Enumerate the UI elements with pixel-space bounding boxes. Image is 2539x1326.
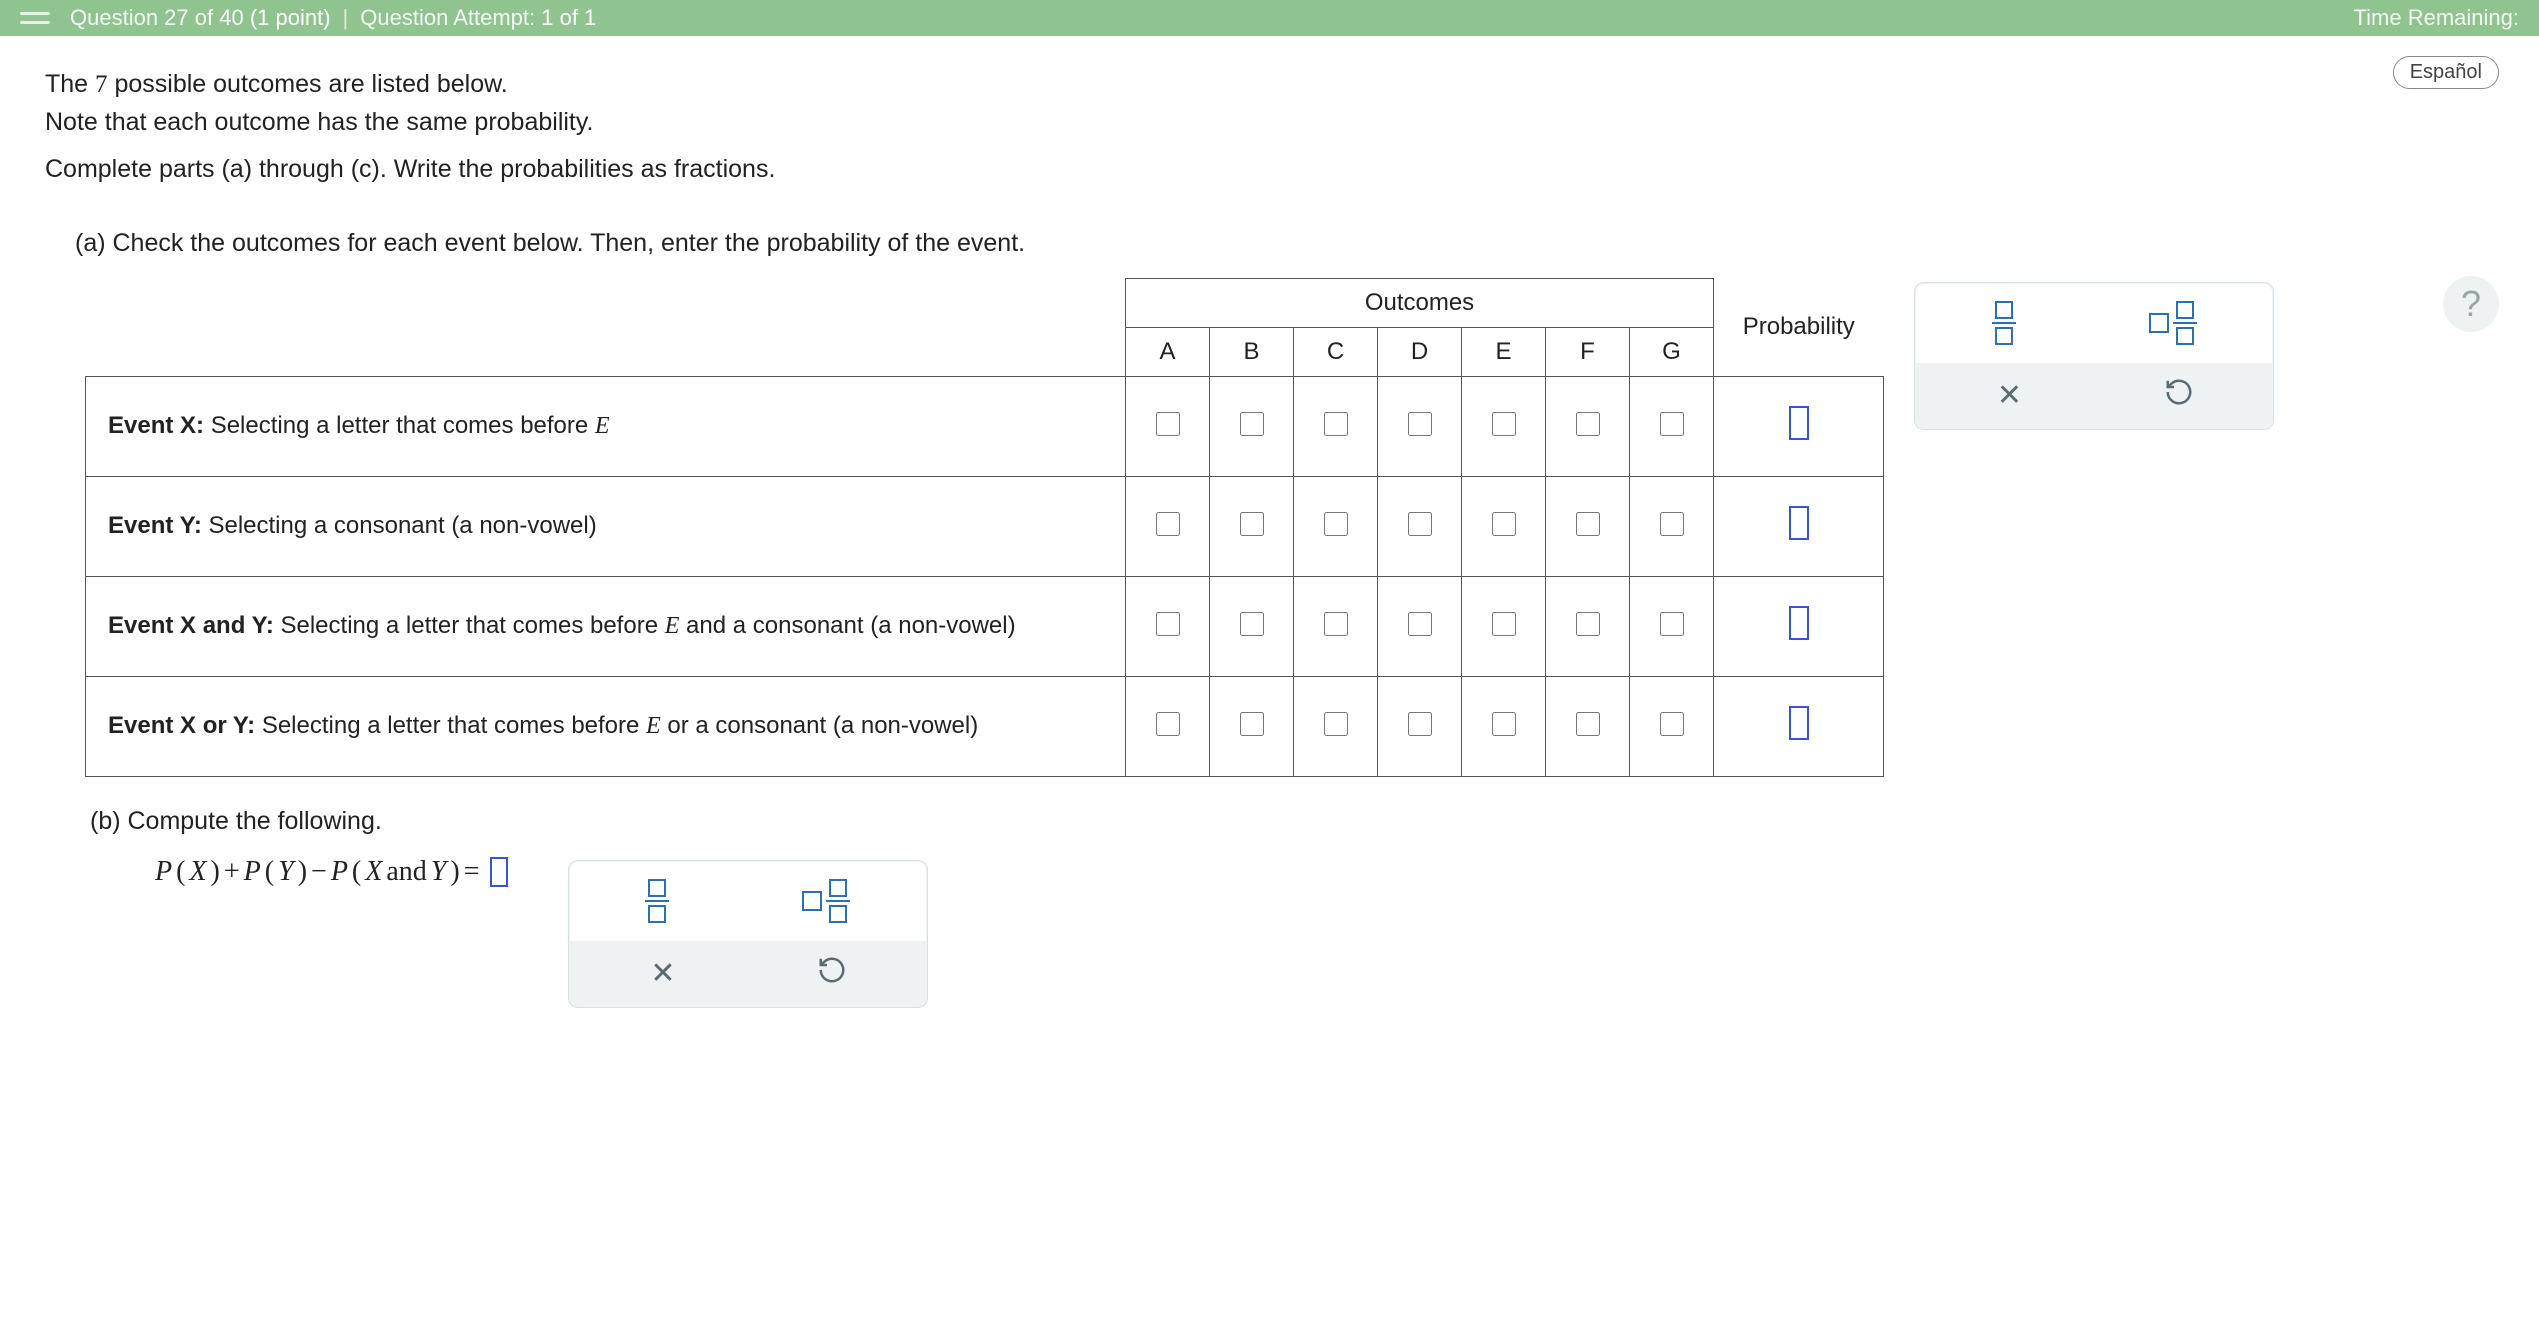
event-xory-label: Event X or Y: Selecting a letter that co…	[86, 676, 1126, 776]
col-e: E	[1462, 327, 1546, 376]
clear-button[interactable]: ✕	[1980, 378, 2040, 413]
clear-button-b[interactable]: ✕	[633, 956, 693, 991]
event-x-label: Event X: Selecting a letter that comes b…	[86, 376, 1126, 476]
attempt-value: 1 of 1	[541, 5, 596, 31]
check-xory-c[interactable]	[1324, 712, 1348, 736]
instructions: The 7 possible outcomes are listed below…	[45, 66, 2494, 189]
check-xy-e[interactable]	[1492, 612, 1516, 636]
check-x-g[interactable]	[1660, 412, 1684, 436]
undo-button-b[interactable]	[802, 955, 862, 993]
check-y-b[interactable]	[1240, 512, 1264, 536]
attempt-label: Question Attempt:	[360, 5, 535, 31]
mixed-number-button-b[interactable]	[802, 879, 850, 923]
check-y-g[interactable]	[1660, 512, 1684, 536]
check-x-f[interactable]	[1576, 412, 1600, 436]
question-counter: Question 27 of 40	[70, 5, 244, 31]
col-b: B	[1210, 327, 1294, 376]
question-points: (1 point)	[250, 5, 331, 31]
check-y-c[interactable]	[1324, 512, 1348, 536]
check-xory-d[interactable]	[1408, 712, 1432, 736]
prob-x-input[interactable]	[1789, 406, 1809, 440]
check-x-c[interactable]	[1324, 412, 1348, 436]
prob-y-input[interactable]	[1789, 506, 1809, 540]
check-xy-b[interactable]	[1240, 612, 1264, 636]
check-xory-f[interactable]	[1576, 712, 1600, 736]
menu-icon[interactable]	[20, 3, 50, 33]
check-xy-d[interactable]	[1408, 612, 1432, 636]
check-y-d[interactable]	[1408, 512, 1432, 536]
check-xy-g[interactable]	[1660, 612, 1684, 636]
undo-button[interactable]	[2149, 377, 2209, 415]
event-y-label: Event Y: Selecting a consonant (a non-vo…	[86, 476, 1126, 576]
outcomes-header: Outcomes	[1126, 278, 1714, 327]
help-icon[interactable]: ?	[2443, 276, 2499, 332]
col-a: A	[1126, 327, 1210, 376]
math-palette-b: ✕	[568, 860, 928, 1008]
topbar: Question 27 of 40 (1 point) | Question A…	[0, 0, 2539, 36]
check-x-a[interactable]	[1156, 412, 1180, 436]
time-label: Time Remaining:	[2354, 5, 2519, 31]
table-row: Event X or Y: Selecting a letter that co…	[86, 676, 1884, 776]
espanol-button[interactable]: Español	[2393, 56, 2499, 89]
check-y-e[interactable]	[1492, 512, 1516, 536]
col-f: F	[1546, 327, 1630, 376]
check-xy-a[interactable]	[1156, 612, 1180, 636]
fraction-button-b[interactable]	[645, 879, 669, 923]
event-xandy-label: Event X and Y: Selecting a letter that c…	[86, 576, 1126, 676]
table-row: Event Y: Selecting a consonant (a non-vo…	[86, 476, 1884, 576]
check-xory-g[interactable]	[1660, 712, 1684, 736]
mixed-number-button[interactable]	[2149, 301, 2197, 345]
probability-header: Probability	[1714, 278, 1884, 376]
check-x-e[interactable]	[1492, 412, 1516, 436]
fraction-button[interactable]	[1992, 301, 2016, 345]
table-row: Event X: Selecting a letter that comes b…	[86, 376, 1884, 476]
part-b-prompt: (b) Compute the following.	[90, 807, 2494, 836]
col-d: D	[1378, 327, 1462, 376]
check-y-a[interactable]	[1156, 512, 1180, 536]
check-xory-b[interactable]	[1240, 712, 1264, 736]
check-y-f[interactable]	[1576, 512, 1600, 536]
equation-answer-input[interactable]	[490, 857, 508, 887]
check-xy-f[interactable]	[1576, 612, 1600, 636]
check-x-b[interactable]	[1240, 412, 1264, 436]
check-xy-c[interactable]	[1324, 612, 1348, 636]
check-x-d[interactable]	[1408, 412, 1432, 436]
col-c: C	[1294, 327, 1378, 376]
equation-b: P(X) + P(Y) − P(X and Y) =	[155, 856, 508, 888]
col-g: G	[1630, 327, 1714, 376]
events-table: Outcomes Probability A B C D E F G Event…	[85, 278, 1884, 777]
part-a-prompt: (a) Check the outcomes for each event be…	[75, 229, 2494, 258]
table-row: Event X and Y: Selecting a letter that c…	[86, 576, 1884, 676]
math-palette-a: ✕	[1914, 282, 2274, 430]
prob-xandy-input[interactable]	[1789, 606, 1809, 640]
prob-xory-input[interactable]	[1789, 706, 1809, 740]
check-xory-e[interactable]	[1492, 712, 1516, 736]
check-xory-a[interactable]	[1156, 712, 1180, 736]
divider: |	[343, 5, 349, 31]
